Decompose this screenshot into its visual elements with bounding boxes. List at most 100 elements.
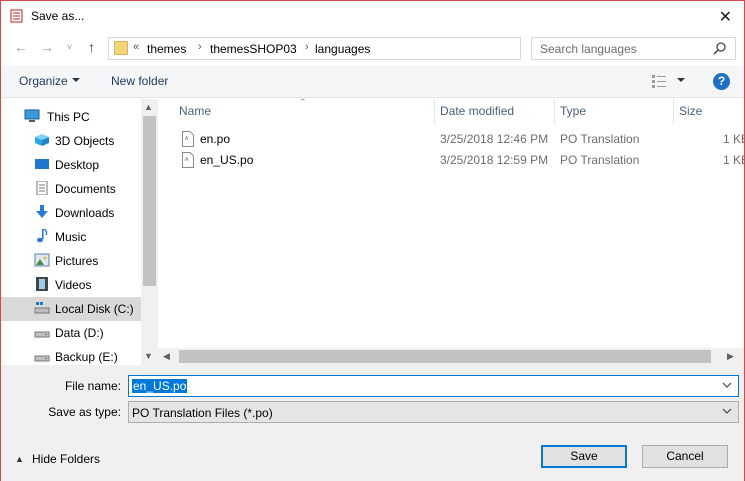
- search-icon[interactable]: [713, 41, 727, 55]
- search-box[interactable]: Search languages: [531, 37, 736, 60]
- column-divider[interactable]: [434, 99, 435, 124]
- chevron-down-icon[interactable]: [72, 78, 80, 82]
- back-arrow-icon[interactable]: ←: [14, 39, 28, 55]
- window-title: Save as...: [31, 9, 85, 23]
- file-size: 1 KB: [723, 153, 744, 167]
- address-bar[interactable]: « themes › themesSHOP03 › languages: [108, 37, 623, 60]
- sidebar-item-label: Desktop: [55, 158, 100, 172]
- sidebar-item-local-disk-c[interactable]: Local Disk (C:): [1, 297, 141, 321]
- cube-icon: [35, 134, 49, 146]
- column-header-type[interactable]: Type: [560, 104, 586, 118]
- sidebar-item-label: Data (D:): [55, 326, 104, 340]
- sidebar-item-pictures[interactable]: Pictures: [1, 249, 141, 273]
- chevron-up-icon: ▲: [15, 454, 24, 464]
- column-divider[interactable]: [673, 99, 674, 124]
- sort-ascending-icon: ⌃: [299, 99, 307, 107]
- scroll-up-icon[interactable]: ▲: [144, 102, 153, 112]
- pictures-icon: [34, 253, 50, 267]
- cancel-button[interactable]: Cancel: [642, 445, 728, 468]
- music-note-icon: [37, 229, 48, 243]
- navigation-bar: ← → ˅ ↑ « themes › themesSHOP03 › langua…: [1, 34, 744, 62]
- column-header-size[interactable]: Size: [679, 104, 702, 118]
- close-icon[interactable]: ✕: [719, 7, 732, 27]
- breadcrumb-separator-icon[interactable]: ›: [198, 41, 202, 53]
- sidebar-item-label: Documents: [55, 182, 116, 196]
- svg-text:A: A: [185, 157, 189, 163]
- scroll-left-icon[interactable]: ◀: [163, 351, 170, 362]
- sidebar-item-label: 3D Objects: [55, 134, 115, 148]
- view-dropdown-icon[interactable]: [677, 78, 685, 82]
- desktop-icon: [35, 159, 49, 169]
- hide-folders-toggle[interactable]: ▲ Hide Folders: [15, 452, 100, 466]
- file-name-value[interactable]: en_US.po: [132, 379, 188, 393]
- file-name: en.po: [200, 132, 231, 146]
- scroll-right-icon[interactable]: ▶: [727, 351, 734, 362]
- sidebar-item-label: Local Disk (C:): [55, 302, 134, 316]
- sidebar-item-documents[interactable]: Documents: [1, 177, 141, 201]
- sidebar-item-label: Videos: [55, 278, 92, 292]
- sidebar-item-backup-e[interactable]: Backup (E:): [1, 345, 141, 365]
- save-as-dialog: Save as... ✕ ← → ˅ ↑ « themes › themesSH…: [0, 0, 745, 481]
- file-icon: A: [182, 152, 194, 168]
- file-name-input[interactable]: en_US.po: [128, 375, 739, 397]
- sidebar-item-data-d[interactable]: Data (D:): [1, 321, 141, 345]
- search-input[interactable]: Search languages: [540, 42, 637, 56]
- save-button[interactable]: Save: [541, 445, 627, 468]
- title-bar: Save as... ✕: [1, 1, 744, 31]
- column-divider[interactable]: [554, 99, 555, 124]
- file-date: 3/25/2018 12:46 PM: [440, 132, 549, 146]
- file-type: PO Translation: [560, 153, 640, 167]
- save-type-select[interactable]: PO Translation Files (*.po): [128, 401, 739, 423]
- download-arrow-icon: [36, 205, 48, 218]
- file-date: 3/25/2018 12:59 PM: [440, 153, 549, 167]
- file-list: ⌃ Name Date modified Type Size A en.po 3…: [158, 99, 744, 365]
- column-header-date[interactable]: Date modified: [440, 104, 514, 118]
- drive-icon: [34, 355, 50, 362]
- drive-icon: [34, 331, 50, 338]
- sidebar-item-label: Downloads: [55, 206, 115, 220]
- file-row[interactable]: A en_US.po 3/25/2018 12:59 PM PO Transla…: [158, 150, 744, 171]
- breadcrumb-themes[interactable]: themes: [147, 42, 186, 56]
- scroll-down-icon[interactable]: ▼: [144, 351, 153, 361]
- file-row[interactable]: A en.po 3/25/2018 12:46 PM PO Translatio…: [158, 129, 744, 150]
- view-options-icon[interactable]: [652, 75, 668, 88]
- column-header-name[interactable]: Name: [179, 104, 211, 118]
- file-size: 1 KB: [723, 132, 744, 146]
- breadcrumb-themesshop03[interactable]: themesSHOP03: [210, 42, 297, 56]
- documents-icon: [36, 181, 48, 195]
- sidebar-item-this-pc[interactable]: This PC: [1, 105, 141, 129]
- pc-icon: [24, 109, 40, 122]
- up-arrow-icon[interactable]: ↑: [88, 39, 95, 55]
- sidebar-item-3d-objects[interactable]: 3D Objects: [1, 129, 141, 153]
- sidebar-item-label: Music: [55, 230, 87, 244]
- breadcrumb-languages[interactable]: languages: [315, 42, 370, 56]
- breadcrumb-overflow[interactable]: «: [133, 41, 139, 53]
- sidebar-scrollbar[interactable]: ▲ ▼: [141, 99, 158, 365]
- file-name-label: File name:: [64, 379, 121, 393]
- recent-locations-icon[interactable]: ˅: [67, 42, 72, 52]
- scrollbar-thumb[interactable]: [179, 350, 711, 363]
- film-icon: [36, 277, 48, 291]
- sidebar-item-music[interactable]: Music: [1, 225, 141, 249]
- sidebar-item-desktop[interactable]: Desktop: [1, 153, 141, 177]
- sidebar-item-videos[interactable]: Videos: [1, 273, 141, 297]
- dialog-footer: File name: en_US.po Save as type: PO Tra…: [1, 365, 744, 481]
- svg-text:A: A: [185, 136, 189, 142]
- sidebar-item-downloads[interactable]: Downloads: [1, 201, 141, 225]
- chevron-down-icon[interactable]: [722, 407, 732, 415]
- forward-arrow-icon[interactable]: →: [40, 39, 54, 55]
- file-type: PO Translation: [560, 132, 640, 146]
- breadcrumb-separator-icon[interactable]: ›: [305, 41, 309, 53]
- help-icon[interactable]: ?: [713, 73, 730, 90]
- horizontal-scrollbar[interactable]: ◀ ▶: [158, 348, 744, 365]
- save-type-value: PO Translation Files (*.po): [132, 406, 273, 420]
- save-type-label: Save as type:: [48, 405, 121, 419]
- new-folder-button[interactable]: New folder: [111, 74, 168, 88]
- scrollbar-thumb[interactable]: [143, 116, 156, 286]
- file-icon: A: [182, 131, 194, 147]
- organize-button[interactable]: Organize: [19, 74, 68, 88]
- chevron-down-icon[interactable]: [722, 381, 732, 389]
- notepad-icon: [10, 9, 23, 23]
- sidebar-item-label: This PC: [47, 110, 90, 124]
- folder-icon: [114, 41, 128, 55]
